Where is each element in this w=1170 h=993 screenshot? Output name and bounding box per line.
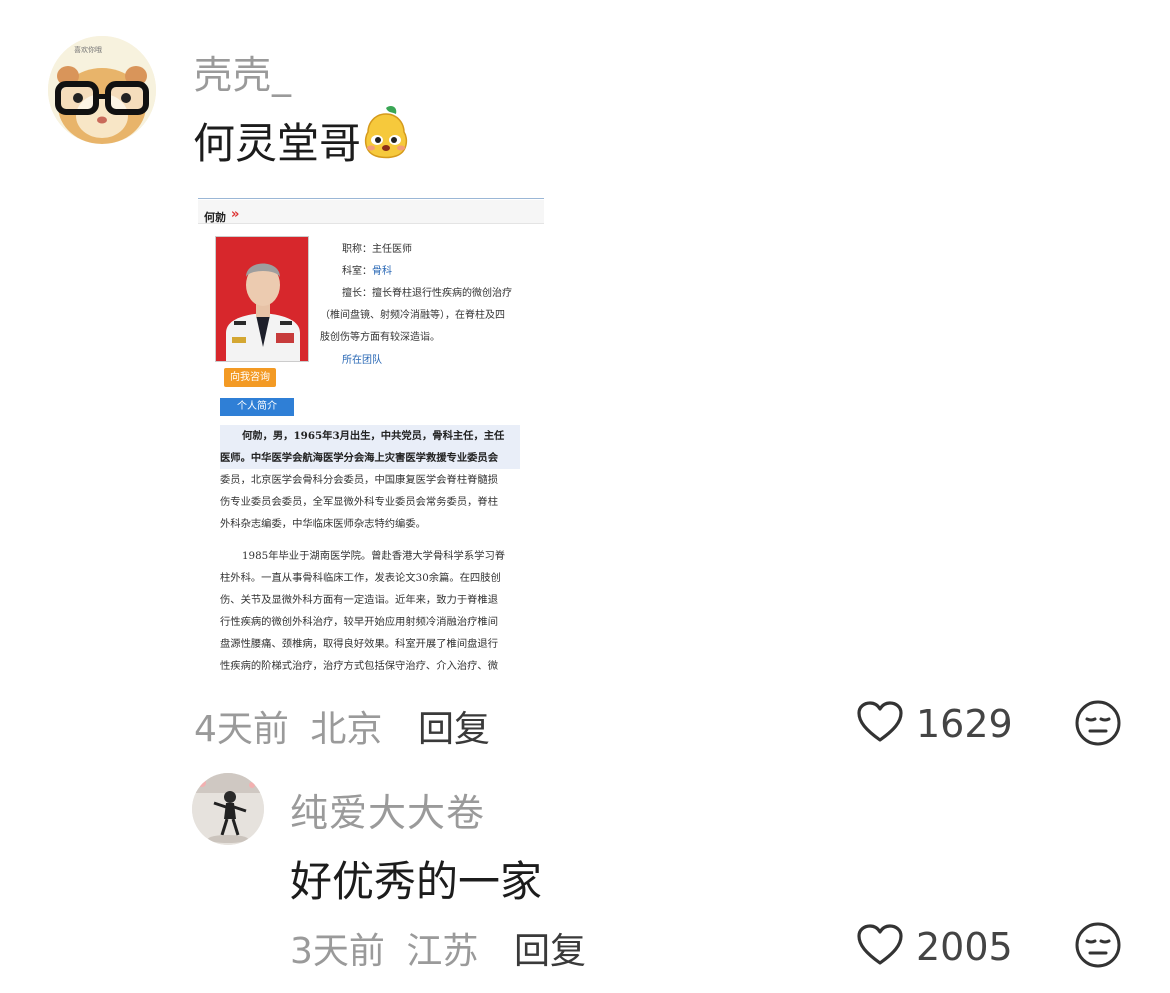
hamster-avatar-image (48, 36, 156, 144)
avatar[interactable]: 喜欢你哦 (48, 36, 156, 144)
para1-line-3: 委员，北京医学会骨科分会委员，中国康复医学会脊柱脊髓损 (220, 474, 499, 486)
pear-emoji-icon (364, 106, 408, 159)
department-label: 科室： (342, 266, 372, 277)
dislike-face-icon[interactable] (1074, 699, 1122, 747)
double-chevron-icon: » (231, 207, 240, 222)
comment-location: 江苏 (406, 931, 479, 972)
comment-time: 3天前 (290, 931, 385, 972)
para2-line-1: 1985年毕业于湖南医学院。曾赴香港大学骨科学系学习脊 (242, 550, 506, 562)
like-count: 2005 (916, 925, 1013, 969)
para1-line-5: 外科杂志编委，中华临床医师杂志特约编委。 (220, 518, 426, 530)
para1-line-2: 医师。中华医学会航海医学分会海上灾害医学救援专业委员会 (220, 452, 499, 464)
avatar[interactable] (192, 773, 264, 845)
attached-image[interactable]: 何勍 » 职称：主任医师 科室：骨科 擅长：擅长脊柱退行性疾病的微创治疗 （椎间… (198, 196, 544, 672)
specialty-line-1: 擅长：擅长脊柱退行性疾病的微创治疗 (342, 288, 512, 299)
profile-header: 何勍 » (198, 200, 544, 224)
intro-paragraph-2: 1985年毕业于湖南医学院。曾赴香港大学骨科学系学习脊 柱外科。一直从事骨科临床… (220, 545, 520, 672)
heart-icon[interactable] (856, 700, 904, 744)
consult-button[interactable]: 向我咨询 (224, 368, 276, 387)
para2-line-5: 盘源性腰痛、颈椎病，取得良好效果。科室开展了椎间盘退行 (220, 638, 499, 650)
para1-line-1: 何勍，男，1965年3月出生，中共党员，骨科主任，主任 (242, 430, 505, 442)
dislike-face-icon[interactable] (1074, 921, 1122, 969)
avatar-badge-text: 喜欢你哦 (74, 46, 102, 54)
doctor-photo (215, 236, 309, 362)
specialty-line-3: 肢创伤等方面有较深造诣。 (320, 332, 440, 343)
like-count: 1629 (916, 702, 1013, 746)
para1-line-4: 伤专业委员会委员，全军显微外科专业委员会常务委员，脊柱 (220, 496, 499, 508)
department-link[interactable]: 骨科 (372, 266, 392, 277)
comment-meta: 3天前 江苏 (290, 922, 478, 974)
department-row: 科室：骨科 (342, 262, 392, 277)
title-row: 职称：主任医师 (342, 244, 412, 255)
doctor-name: 何勍 (204, 211, 226, 224)
dancer-avatar-image (192, 773, 264, 845)
team-link[interactable]: 所在团队 (342, 351, 382, 366)
comment-meta: 4天前 北京 (194, 700, 382, 752)
comment-time: 4天前 (194, 709, 289, 750)
comment-username[interactable]: 纯爱大大卷 (290, 782, 485, 837)
comment-username[interactable]: 壳壳_ (194, 44, 292, 99)
comment-text: 好优秀的一家 (290, 857, 543, 906)
intro-paragraph-1: 何勍，男，1965年3月出生，中共党员，骨科主任，主任 医师。中华医学会航海医学… (220, 425, 520, 535)
para2-line-3: 伤、关节及显微外科方面有一定造诣。近年来，致力于脊椎退 (220, 594, 499, 606)
para2-line-2: 柱外科。一直从事骨科临床工作，发表论文30余篇。在四肢创 (220, 572, 501, 584)
para2-line-6: 性疾病的阶梯式治疗，治疗方式包括保守治疗、介入治疗、微 (220, 660, 499, 672)
para2-line-4: 行性疾病的微创外科治疗，较早开始应用射频冷消融治疗椎间 (220, 616, 499, 628)
comment-location: 北京 (310, 709, 383, 750)
tab-personal-intro[interactable]: 个人简介 (220, 398, 294, 416)
divider (198, 198, 544, 199)
heart-icon[interactable] (856, 923, 904, 967)
specialty-line-2: （椎间盘镜、射频冷消融等），在脊柱及四 (320, 310, 505, 321)
reply-button[interactable]: 回复 (418, 700, 490, 752)
reply-button[interactable]: 回复 (514, 922, 586, 974)
comment-text: 何灵堂哥 (193, 119, 362, 168)
